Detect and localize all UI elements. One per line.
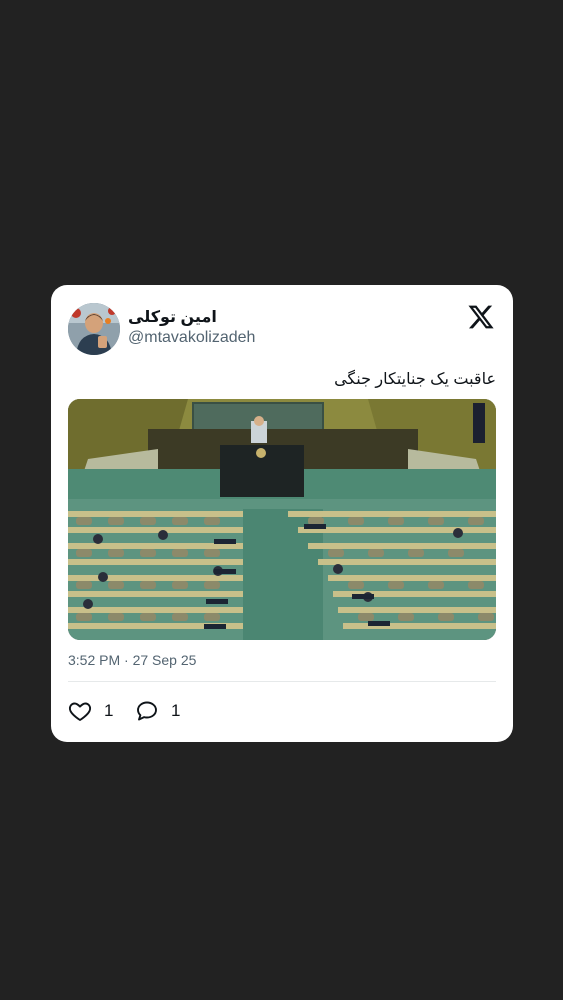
author-name[interactable]: امین توکلی (128, 307, 217, 327)
tweet-photo[interactable] (68, 399, 496, 640)
heart-icon (68, 702, 92, 721)
reply-button[interactable]: 1 (135, 699, 180, 723)
speech-bubble-icon (137, 701, 157, 721)
like-count: 1 (104, 701, 114, 720)
tweet-timestamp[interactable]: 3:52 PM · 27 Sep 25 (68, 652, 196, 668)
author-handle[interactable]: @mtavakolizadeh (128, 329, 255, 347)
like-button[interactable]: 1 (68, 699, 113, 723)
x-logo-icon[interactable] (467, 303, 495, 331)
avatar[interactable] (68, 303, 120, 355)
tweet-card[interactable]: امین توکلی @mtavakolizadeh عاقبت یک جنای… (51, 285, 513, 742)
tweet-text: عاقبت یک جنایتکار جنگی (334, 371, 496, 388)
divider (68, 681, 496, 682)
reply-count: 1 (171, 701, 181, 720)
